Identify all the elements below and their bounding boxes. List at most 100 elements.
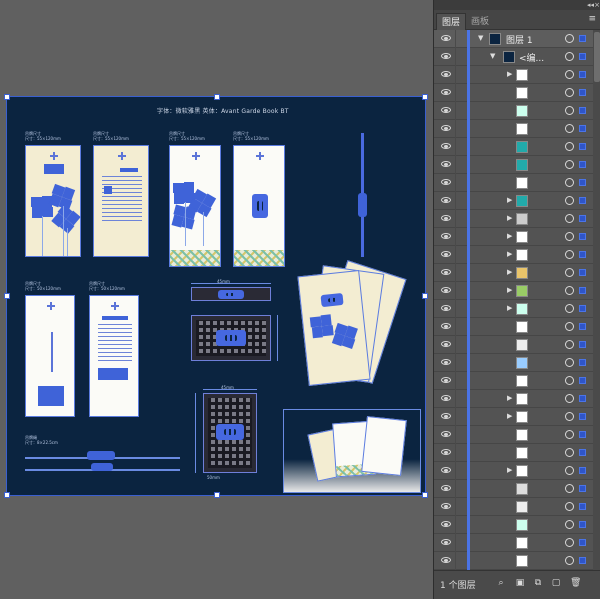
close-icon[interactable]: × <box>594 1 600 9</box>
sublayer-row[interactable] <box>434 480 593 498</box>
lock-column[interactable] <box>455 156 456 174</box>
scrollbar[interactable] <box>593 30 600 570</box>
selection-indicator[interactable] <box>579 305 586 312</box>
lock-column[interactable] <box>455 192 456 210</box>
eye-icon[interactable] <box>441 304 451 312</box>
chevron-right-icon[interactable]: ▶ <box>507 232 512 240</box>
target-icon[interactable] <box>565 412 574 421</box>
sublayer-row[interactable]: ▶ <box>434 300 593 318</box>
sublayer-row[interactable]: ▶ <box>434 390 593 408</box>
selection-indicator[interactable] <box>579 539 586 546</box>
target-icon[interactable] <box>565 304 574 313</box>
eye-icon[interactable] <box>441 196 451 204</box>
target-icon[interactable] <box>565 394 574 403</box>
target-icon[interactable] <box>565 232 574 241</box>
eye-icon[interactable] <box>441 178 451 186</box>
search-icon[interactable]: ⌕ <box>496 578 506 588</box>
mockup-preview[interactable] <box>283 409 421 493</box>
chevron-down-icon[interactable]: ▼ <box>478 34 483 42</box>
selection-indicator[interactable] <box>579 431 586 438</box>
selection-indicator[interactable] <box>579 143 586 150</box>
sublayer-row[interactable] <box>434 102 593 120</box>
target-icon[interactable] <box>565 322 574 331</box>
sublayer-row[interactable]: ▶ <box>434 246 593 264</box>
sublayer-row[interactable] <box>434 156 593 174</box>
selection-indicator[interactable] <box>579 71 586 78</box>
lock-column[interactable] <box>455 498 456 516</box>
selection-indicator[interactable] <box>579 377 586 384</box>
selection-indicator[interactable] <box>579 233 586 240</box>
sublayer-row[interactable] <box>434 336 593 354</box>
new-sublayer-icon[interactable]: ⧉ <box>533 578 543 588</box>
eye-icon[interactable] <box>441 214 451 222</box>
target-icon[interactable] <box>565 106 574 115</box>
lock-column[interactable] <box>455 462 456 480</box>
sublayer-row[interactable] <box>434 516 593 534</box>
chevron-right-icon[interactable]: ▶ <box>507 394 512 402</box>
selection-indicator[interactable] <box>579 179 586 186</box>
target-icon[interactable] <box>565 124 574 133</box>
selection-indicator[interactable] <box>579 107 586 114</box>
selection-indicator[interactable] <box>579 161 586 168</box>
target-icon[interactable] <box>565 88 574 97</box>
lock-column[interactable] <box>455 210 456 228</box>
target-icon[interactable] <box>565 142 574 151</box>
chevron-down-icon[interactable]: ▼ <box>490 52 495 60</box>
lock-column[interactable] <box>455 534 456 552</box>
selection-indicator[interactable] <box>579 521 586 528</box>
lock-column[interactable] <box>455 552 456 570</box>
lock-column[interactable] <box>455 408 456 426</box>
target-icon[interactable] <box>565 340 574 349</box>
lock-column[interactable] <box>455 174 456 192</box>
lock-column[interactable] <box>455 102 456 120</box>
eye-icon[interactable] <box>441 520 451 528</box>
eye-icon[interactable] <box>441 556 451 564</box>
eye-icon[interactable] <box>441 484 451 492</box>
selection-indicator[interactable] <box>579 485 586 492</box>
eye-icon[interactable] <box>441 70 451 78</box>
target-icon[interactable] <box>565 250 574 259</box>
trash-icon[interactable]: 🗑 <box>570 578 581 588</box>
hang-tag-back[interactable] <box>93 145 149 257</box>
target-icon[interactable] <box>565 160 574 169</box>
target-icon[interactable] <box>565 502 574 511</box>
chevron-right-icon[interactable]: ▶ <box>507 286 512 294</box>
sublayer-row[interactable] <box>434 84 593 102</box>
eye-icon[interactable] <box>441 250 451 258</box>
hang-tag-front-white[interactable] <box>169 145 221 267</box>
eye-icon[interactable] <box>441 376 451 384</box>
mockup-tag[interactable] <box>297 270 371 386</box>
make-clip-icon[interactable]: ▣ <box>515 578 525 588</box>
selection-indicator[interactable] <box>579 467 586 474</box>
selection-indicator[interactable] <box>579 89 586 96</box>
target-icon[interactable] <box>565 358 574 367</box>
hang-tag-back-white[interactable] <box>233 145 285 267</box>
artboard[interactable]: 字体：微软雅黑 英体：Avant Garde Book BT 吊牌尺寸 尺寸：5… <box>4 94 428 498</box>
group-row[interactable]: ▼ <编... <box>434 48 593 66</box>
sublayer-row[interactable]: ▶ <box>434 192 593 210</box>
eye-icon[interactable] <box>441 322 451 330</box>
selection-indicator[interactable] <box>579 359 586 366</box>
lock-column[interactable] <box>455 516 456 534</box>
sublayer-row[interactable] <box>434 120 593 138</box>
sublayer-row[interactable]: ▶ <box>434 282 593 300</box>
selection-indicator[interactable] <box>579 125 586 132</box>
eye-icon[interactable] <box>441 358 451 366</box>
eye-icon[interactable] <box>441 538 451 546</box>
lock-column[interactable] <box>455 390 456 408</box>
selection-indicator[interactable] <box>579 287 586 294</box>
selection-indicator[interactable] <box>579 35 586 42</box>
target-icon[interactable] <box>565 448 574 457</box>
sublayer-row[interactable]: ▶ <box>434 264 593 282</box>
chevron-right-icon[interactable]: ▶ <box>507 196 512 204</box>
lock-column[interactable] <box>455 264 456 282</box>
lock-column[interactable] <box>455 300 456 318</box>
eye-icon[interactable] <box>441 430 451 438</box>
lock-column[interactable] <box>455 318 456 336</box>
hang-tag-alt-back[interactable] <box>89 295 139 417</box>
packaging-box-lid[interactable] <box>191 287 271 301</box>
chevron-right-icon[interactable]: ▶ <box>507 70 512 78</box>
target-icon[interactable] <box>565 538 574 547</box>
lock-column[interactable] <box>455 120 456 138</box>
lock-column[interactable] <box>455 66 456 84</box>
